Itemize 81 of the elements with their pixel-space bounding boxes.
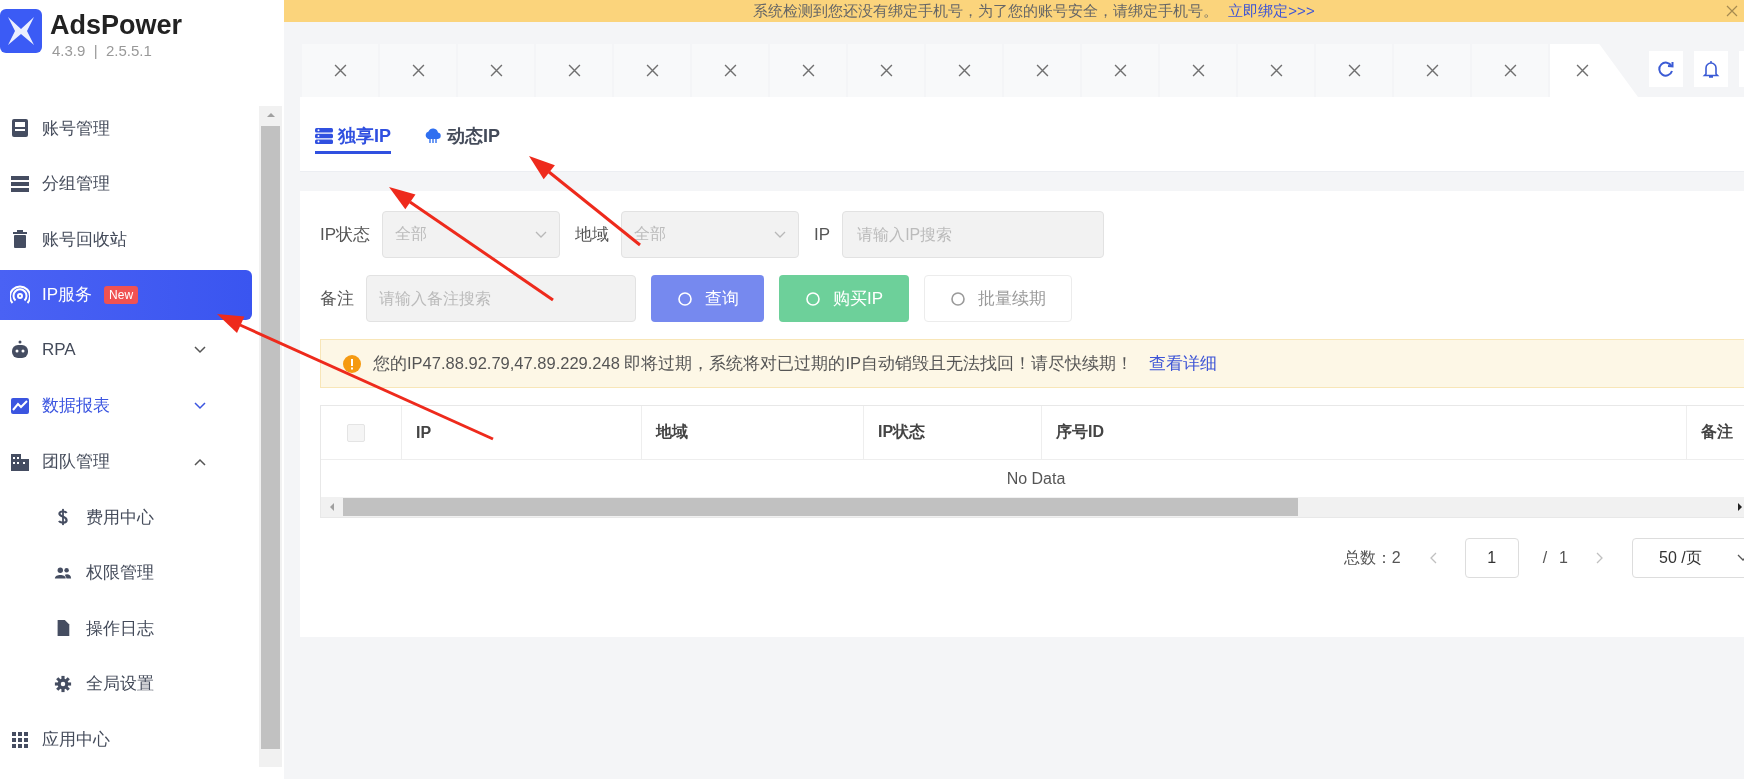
sidebar-item[interactable]: IP服务 New	[0, 269, 252, 320]
close-icon[interactable]	[489, 64, 503, 77]
signal-icon	[10, 284, 30, 305]
loading-icon	[950, 290, 966, 307]
column-header: 地域	[656, 422, 688, 442]
filter-label: 地域	[575, 224, 610, 246]
column-header: 备注	[1701, 422, 1733, 442]
server-icon	[315, 127, 333, 144]
details-link[interactable]: 查看详细	[1149, 352, 1218, 375]
gear-icon	[54, 674, 72, 693]
sidebar-item[interactable]: 账号回收站	[0, 214, 252, 265]
close-icon[interactable]	[723, 64, 737, 77]
column-header: IP状态	[878, 422, 926, 442]
scroll-right-icon[interactable]	[1737, 502, 1743, 512]
close-icon[interactable]	[1726, 5, 1738, 17]
building-icon	[10, 451, 30, 472]
close-icon[interactable]	[567, 64, 581, 77]
filter-label: IP	[814, 224, 831, 245]
loading-icon	[804, 290, 821, 307]
close-icon[interactable]	[1113, 64, 1127, 77]
new-badge: New	[104, 285, 139, 304]
sidebar-item[interactable]: 账号管理	[0, 103, 252, 153]
page-size-select[interactable]: 50 /页	[1632, 538, 1744, 578]
page-field[interactable]: 1	[1464, 538, 1519, 578]
app-version: 4.3.9 | 2.5.5.1	[52, 42, 153, 59]
sidebar-item[interactable]: 数据报表	[0, 380, 252, 431]
sidebar-subitem[interactable]: 权限管理	[0, 547, 252, 598]
sidebar-item[interactable]: 应用中心	[0, 714, 252, 765]
filter-label: IP状态	[320, 224, 371, 246]
sidebar-item[interactable]: 分组管理	[0, 158, 252, 209]
ip-tab[interactable]: 动态IP	[424, 114, 501, 154]
sidebar-subitem[interactable]: 费用中心	[0, 492, 252, 543]
app-name: AdsPower	[50, 10, 183, 40]
notice-text: 系统检测到您还没有绑定手机号，为了您的账号安全，请绑定手机号。	[753, 1, 1219, 21]
total-count: 总数：2	[1343, 547, 1401, 568]
close-icon[interactable]	[1575, 64, 1589, 77]
close-icon[interactable]	[1425, 64, 1439, 77]
bind-link[interactable]: 立即绑定>>>	[1228, 1, 1315, 21]
refresh-button[interactable]	[1649, 51, 1683, 87]
next-page-icon[interactable]	[1596, 552, 1604, 564]
close-icon[interactable]	[1269, 64, 1283, 77]
cloud-icon	[424, 127, 442, 144]
close-icon[interactable]	[1191, 64, 1205, 77]
list-icon	[10, 173, 30, 194]
close-icon[interactable]	[879, 64, 893, 77]
scroll-up-icon[interactable]	[265, 112, 276, 118]
bell-icon[interactable]	[1701, 59, 1721, 79]
alert-text: 您的IP47.88.92.79,47.89.229.248 即将过期，系统将对已过期的IP自动销毁且无法找回！请尽快续期！	[373, 352, 1134, 374]
scrollbar[interactable]	[259, 106, 282, 767]
trash-icon	[10, 229, 30, 250]
ip-tab[interactable]: 独享IP	[315, 114, 391, 154]
loading-icon	[676, 290, 693, 307]
refresh-icon[interactable]	[1656, 59, 1676, 79]
sidebar-subitem[interactable]: 全局设置	[0, 658, 252, 709]
scroll-left-icon[interactable]	[329, 502, 335, 512]
warning-icon	[343, 354, 361, 373]
notification-button[interactable]	[1694, 51, 1728, 87]
close-icon[interactable]	[957, 64, 971, 77]
empty-text: No Data	[1006, 469, 1066, 488]
grid-icon	[10, 729, 30, 750]
close-icon[interactable]	[1347, 64, 1361, 77]
select-all-checkbox[interactable]	[347, 423, 365, 442]
close-icon[interactable]	[801, 64, 815, 77]
sidebar-item[interactable]: RPA	[0, 325, 252, 376]
sidebar-item[interactable]: 团队管理	[0, 436, 252, 487]
page-separator: /	[1542, 549, 1548, 567]
page-count: 1	[1559, 549, 1568, 567]
close-icon[interactable]	[1035, 64, 1049, 77]
robot-icon	[10, 340, 30, 361]
horizontal-scrollbar[interactable]	[321, 497, 1744, 517]
filter-label: 备注	[320, 288, 354, 310]
close-icon[interactable]	[411, 64, 425, 77]
column-header: IP	[416, 423, 432, 442]
sidebar-subitem[interactable]: 操作日志	[0, 603, 252, 654]
account-icon	[10, 118, 30, 138]
close-icon[interactable]	[1503, 64, 1517, 77]
close-icon[interactable]	[333, 64, 347, 77]
column-header: 序号ID	[1056, 422, 1104, 442]
close-icon[interactable]	[645, 64, 659, 77]
previous-page-icon[interactable]	[1428, 552, 1437, 564]
chart-icon	[10, 395, 30, 416]
